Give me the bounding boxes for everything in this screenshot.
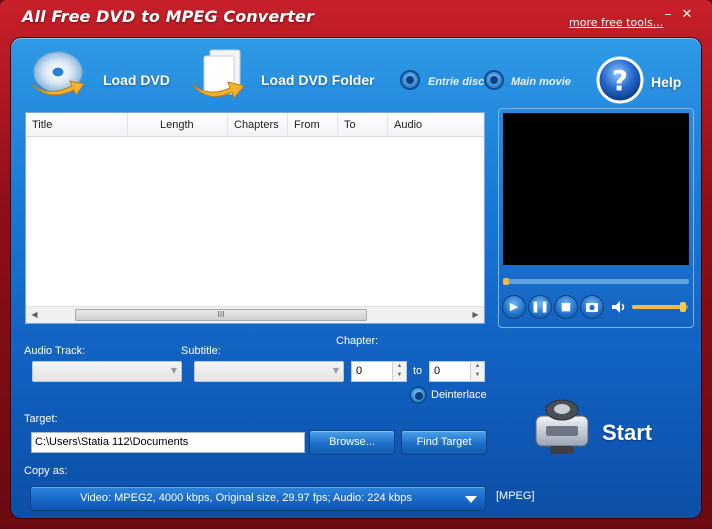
chapter-from-stepper[interactable]: 0 ▲ ▼ xyxy=(351,361,407,382)
chapter-label: Chapter: xyxy=(336,335,379,347)
scroll-thumb[interactable]: III xyxy=(75,309,367,321)
load-dvd-button[interactable]: Load DVD xyxy=(28,48,170,100)
down-icon[interactable]: ▼ xyxy=(393,371,406,380)
chapter-to-stepper[interactable]: 0 ▲ ▼ xyxy=(429,361,485,382)
audio-track-select[interactable]: ▼ xyxy=(32,361,182,382)
horizontal-scrollbar[interactable]: ◀ III ▶ xyxy=(26,306,484,323)
deinterlace-checkbox[interactable]: Deinterlace xyxy=(409,386,489,406)
target-path-input[interactable]: C:\Users\Statia 112\Documents xyxy=(31,432,305,453)
seek-knob[interactable] xyxy=(503,278,509,285)
seek-bar[interactable] xyxy=(503,278,689,285)
title-list[interactable]: Title Length Chapters From To Audio ◀ II… xyxy=(25,112,485,324)
help-question-icon: ? xyxy=(596,56,644,104)
radio-icon xyxy=(484,70,504,90)
find-target-button[interactable]: Find Target xyxy=(401,430,487,455)
scroll-right-icon[interactable]: ▶ xyxy=(467,307,484,324)
svg-text:?: ? xyxy=(612,64,628,97)
scroll-left-icon[interactable]: ◀ xyxy=(26,307,43,324)
camera-icon xyxy=(586,303,598,312)
output-format-select[interactable]: Video: MPEG2, 4000 kbps, Original size, … xyxy=(30,486,486,511)
chapter-from-value: 0 xyxy=(356,365,363,377)
format-tag: [MPEG] xyxy=(496,490,535,502)
load-dvd-folder-button[interactable]: Load DVD Folder xyxy=(190,46,375,102)
list-header: Title Length Chapters From To Audio xyxy=(26,113,484,137)
chevron-down-icon xyxy=(465,496,477,503)
app-window: All Free DVD to MPEG Converter more free… xyxy=(0,0,712,529)
volume-icon[interactable] xyxy=(610,298,628,316)
entire-disc-label: Entrie disc xyxy=(428,76,485,88)
close-button[interactable]: ✕ xyxy=(680,8,694,22)
help-button[interactable]: ? Help xyxy=(596,56,686,104)
subtitle-select[interactable]: ▼ xyxy=(194,361,344,382)
load-dvd-folder-label: Load DVD Folder xyxy=(261,72,375,88)
dvd-disc-icon xyxy=(31,51,85,97)
audio-track-label: Audio Track: xyxy=(24,345,86,357)
radio-icon xyxy=(409,386,427,404)
more-free-tools-link[interactable]: more free tools... xyxy=(569,16,663,29)
title-bar[interactable]: All Free DVD to MPEG Converter more free… xyxy=(0,0,712,36)
volume-knob[interactable] xyxy=(680,302,686,312)
help-label: Help xyxy=(651,74,682,90)
browse-button[interactable]: Browse... xyxy=(309,430,395,455)
chapter-to-value: 0 xyxy=(434,365,441,377)
column-from[interactable]: From xyxy=(288,113,338,137)
minimize-button[interactable]: – xyxy=(661,8,675,22)
main-movie-option[interactable]: Main movie xyxy=(484,70,571,94)
deinterlace-label: Deinterlace xyxy=(431,389,487,401)
chevron-down-icon: ▼ xyxy=(170,366,177,375)
volume-slider[interactable] xyxy=(632,302,688,312)
column-chapters[interactable]: Chapters xyxy=(228,113,288,137)
column-to[interactable]: To xyxy=(338,113,388,137)
load-dvd-label: Load DVD xyxy=(103,72,170,88)
column-title[interactable]: Title xyxy=(26,113,128,137)
output-format-value: Video: MPEG2, 4000 kbps, Original size, … xyxy=(80,492,412,504)
snapshot-button[interactable] xyxy=(581,296,603,318)
up-icon[interactable]: ▲ xyxy=(393,362,406,371)
to-label: to xyxy=(413,365,423,377)
folder-icon xyxy=(191,49,245,100)
pause-button[interactable]: ❚❚ xyxy=(529,296,551,318)
column-audio[interactable]: Audio xyxy=(388,113,484,137)
converter-machine-icon xyxy=(535,399,589,454)
up-icon[interactable]: ▲ xyxy=(471,362,484,371)
start-button[interactable]: Start xyxy=(532,396,682,466)
target-label: Target: xyxy=(24,413,58,425)
stepper-buttons[interactable]: ▲ ▼ xyxy=(392,362,406,381)
down-icon[interactable]: ▼ xyxy=(471,371,484,380)
main-movie-label: Main movie xyxy=(511,76,571,88)
video-preview-screen xyxy=(503,113,689,265)
entire-disc-option[interactable]: Entrie disc xyxy=(400,70,484,94)
subtitle-label: Subtitle: xyxy=(181,345,221,357)
app-title: All Free DVD to MPEG Converter xyxy=(22,7,314,26)
stop-button[interactable]: ■ xyxy=(555,296,577,318)
column-length[interactable]: Length xyxy=(128,113,228,137)
volume-fill xyxy=(632,305,685,309)
radio-icon xyxy=(400,70,420,90)
play-button[interactable]: ▶ xyxy=(503,296,525,318)
start-label: Start xyxy=(602,420,653,445)
stepper-buttons[interactable]: ▲ ▼ xyxy=(470,362,484,381)
chevron-down-icon: ▼ xyxy=(332,366,339,375)
copy-as-label: Copy as: xyxy=(24,465,68,477)
